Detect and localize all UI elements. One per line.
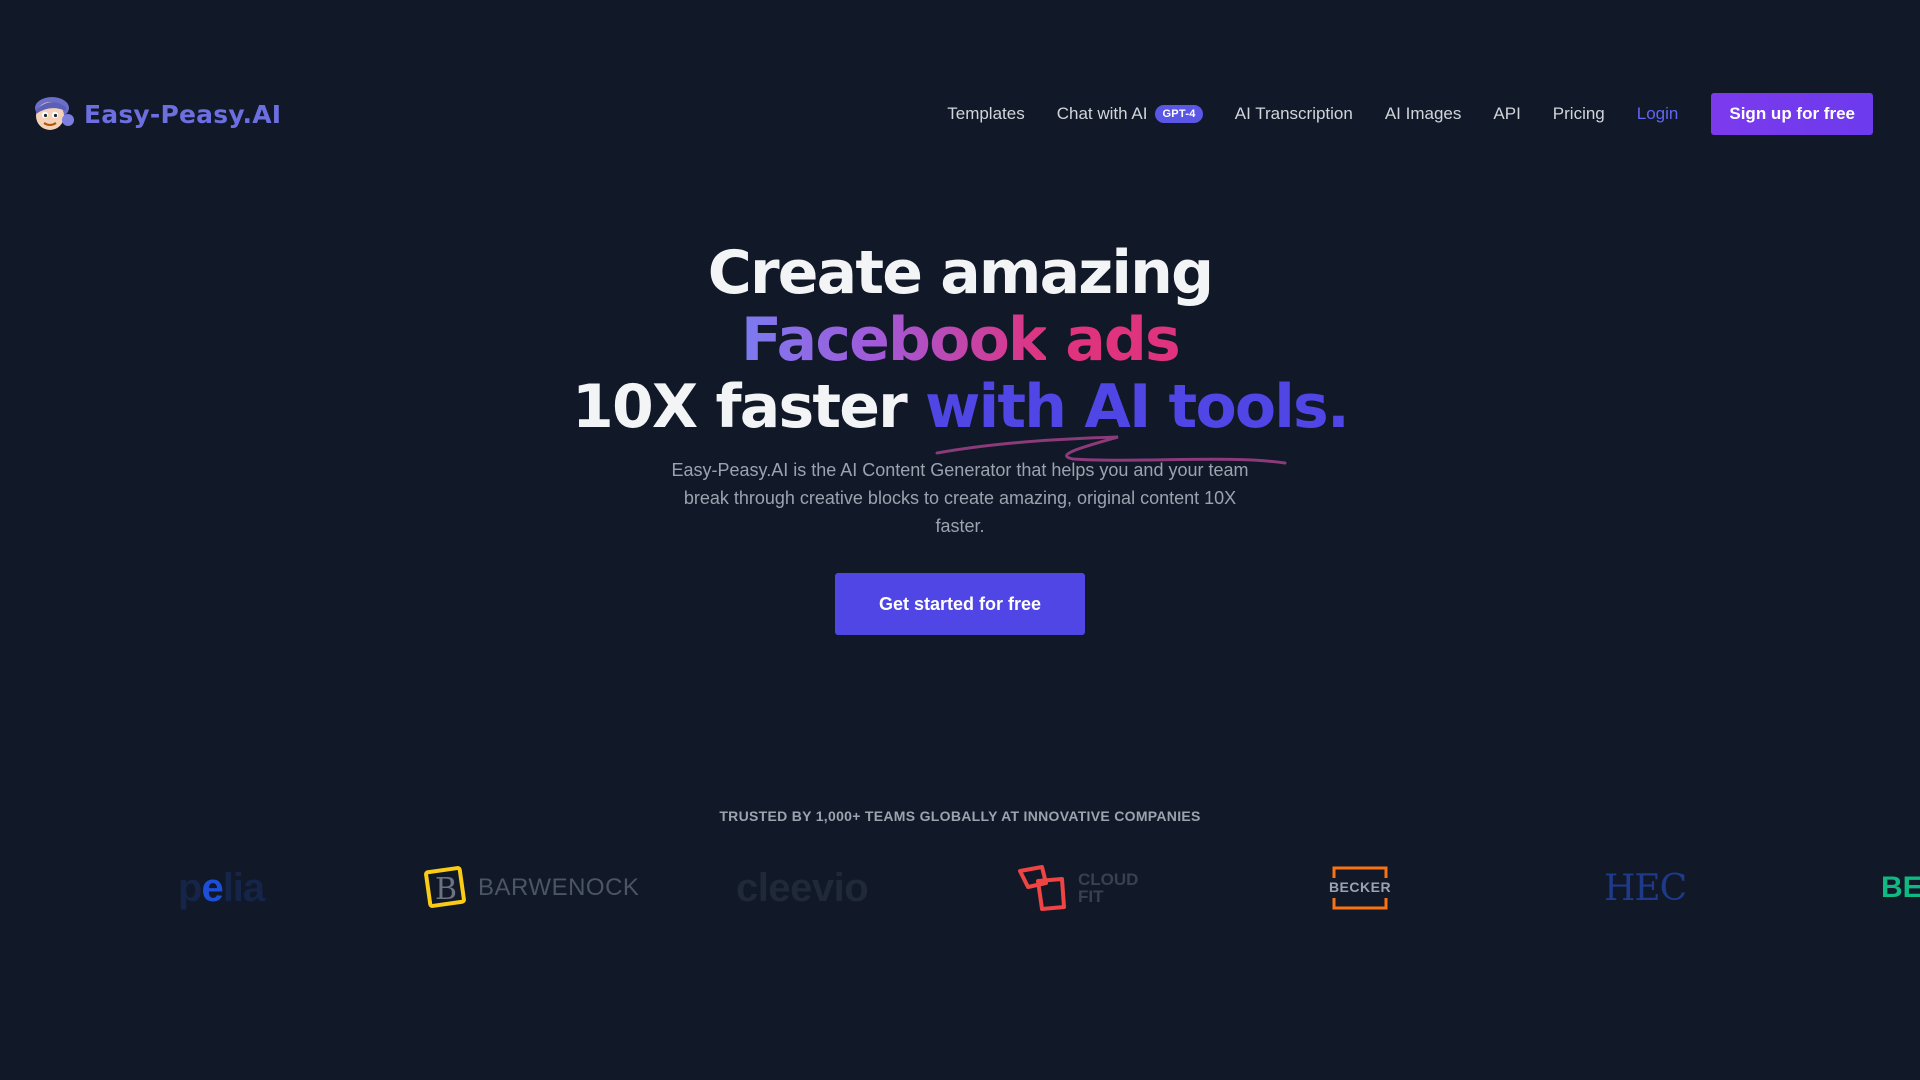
becker-logo-text: BECKER [1328,879,1392,895]
get-started-button[interactable]: Get started for free [835,573,1085,635]
be-logo-text: BE [1881,871,1920,904]
hero-headline: Create amazing Facebook ads 10X faster w… [0,238,1920,465]
nav-chat-with-ai[interactable]: Chat with AI GPT-4 [1057,104,1203,124]
hec-logo: HEC [1604,858,1687,918]
barwenock-mark-icon: B [424,866,466,908]
pelia-logo-text: pelia [178,865,265,911]
be-logo: BE [1881,858,1920,918]
nav-api[interactable]: API [1493,104,1520,124]
login-link[interactable]: Login [1637,104,1679,124]
trusted-heading: TRUSTED BY 1,000+ TEAMS GLOBALLY AT INNO… [719,808,1201,824]
headline-10x-faster: 10X faster [572,372,908,442]
nav-ai-images[interactable]: AI Images [1385,104,1462,124]
headline-line-3: 10X faster with AI tools. [0,372,1920,465]
site-header: Easy-Peasy.AI Templates Chat with AI GPT… [0,0,1920,230]
cleevio-logo: cleevio [736,858,869,918]
nav-pricing[interactable]: Pricing [1553,104,1605,124]
cleevio-logo-text: cleevio [736,865,869,910]
signup-button[interactable]: Sign up for free [1711,93,1873,135]
hero-subtitle: Easy-Peasy.AI is the AI Content Generato… [671,460,1249,536]
pelia-logo-p: p [178,865,202,910]
headline-with-ai-tools: with AI tools. [925,372,1350,442]
headline-accent-wrap: with AI tools. [925,372,1350,465]
nav-ai-transcription[interactable]: AI Transcription [1235,104,1353,124]
hec-logo-text: HEC [1604,867,1687,909]
headline-line-2: Facebook ads [0,307,1920,374]
barwenock-logo: B BARWENOCK [422,858,639,918]
pelia-logo: pelia [178,858,265,918]
becker-mark: BECKER [1328,864,1392,912]
pelia-logo-e: e [201,865,223,910]
barwenock-logo-text: BARWENOCK [478,874,640,901]
company-logos: pelia B BARWENOCK cleevio CLOUD FIT BECKE… [0,858,1920,918]
svg-text:B: B [435,872,457,907]
becker-logo: BECKER [1328,858,1392,918]
headline-ads: ads [1065,305,1181,375]
brand-link[interactable]: Easy-Peasy.AI [30,93,281,135]
nav-templates[interactable]: Templates [947,104,1024,124]
cloudfit-logo-text: CLOUD FIT [1078,871,1138,905]
pelia-logo-rest: lia [222,865,265,910]
main-nav: Templates Chat with AI GPT-4 AI Transcri… [947,93,1873,135]
headline-line-1: Create amazing [707,238,1214,308]
gpt4-badge: GPT-4 [1155,105,1203,123]
brand-name: Easy-Peasy.AI [84,99,282,129]
hero-section: Create amazing Facebook ads 10X faster w… [0,240,1920,635]
nav-chat-label: Chat with AI [1056,104,1148,123]
headline-facebook: Facebook [741,305,1048,375]
cloudfit-mark-icon [1018,865,1066,911]
cloudfit-logo: CLOUD FIT [1016,858,1138,918]
mascot-face-icon [35,97,74,130]
cloudfit-logo-fit: FIT [1078,887,1104,906]
